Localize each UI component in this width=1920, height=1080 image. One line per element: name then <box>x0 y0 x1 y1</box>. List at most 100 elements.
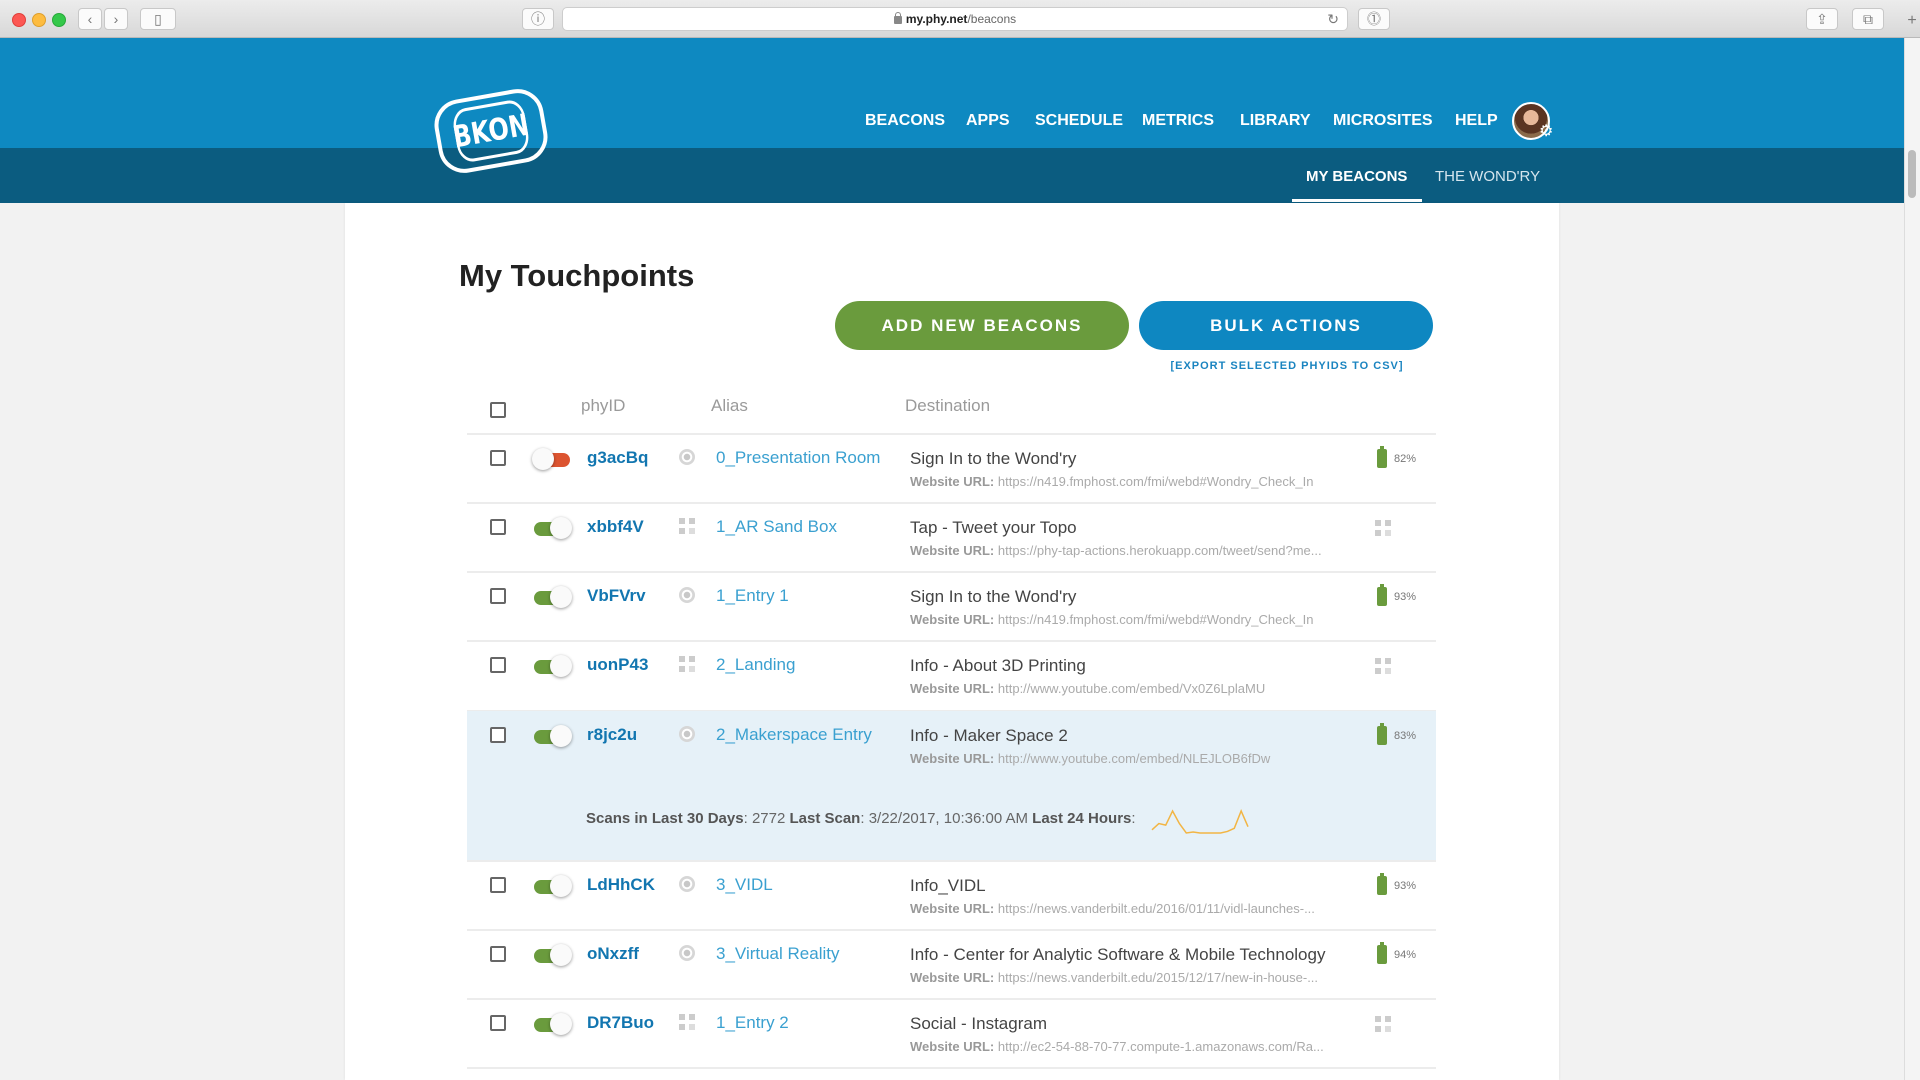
destination-title: Tap - Tweet your Topo <box>910 518 1077 537</box>
toggle-knob <box>550 655 572 677</box>
url-label: Website URL: <box>910 543 995 558</box>
sub-navigation-bar <box>0 148 1904 203</box>
qr-code-icon <box>679 1014 695 1030</box>
beacon-icon <box>679 726 695 742</box>
last-24-hours-sparkline <box>1151 809 1249 834</box>
row-checkbox[interactable] <box>490 877 506 893</box>
nav-metrics[interactable]: METRICS <box>1142 112 1214 130</box>
reader-button[interactable]: ⓵ <box>1358 8 1390 30</box>
url-host: my.phy.net <box>905 12 968 26</box>
alias-link[interactable]: 3_Virtual Reality <box>716 944 839 964</box>
destination-title: Sign In to the Wond'ry <box>910 449 1077 468</box>
enable-toggle[interactable] <box>534 655 572 677</box>
reload-icon[interactable]: ↻ <box>1327 11 1339 28</box>
new-tab-button[interactable]: + <box>1904 12 1920 38</box>
destination-url: Website URL: https://news.vanderbilt.edu… <box>910 901 1315 916</box>
row-checkbox[interactable] <box>490 727 506 743</box>
battery-level: 83% <box>1394 730 1417 742</box>
share-button[interactable]: ⇪ <box>1806 8 1838 30</box>
url-value: https://news.vanderbilt.edu/2016/01/11/v… <box>997 901 1315 916</box>
alias-link[interactable]: 2_Landing <box>716 655 795 675</box>
sidebar-icon: ▯ <box>154 10 162 27</box>
sparkline-series <box>1151 809 1249 834</box>
bulk-actions-button[interactable]: BULK ACTIONS <box>1139 301 1433 350</box>
url-label: Website URL: <box>910 970 995 985</box>
close-window-button[interactable] <box>12 13 26 27</box>
export-csv-link[interactable]: [EXPORT SELECTED PHYIDS TO CSV] <box>1163 360 1411 372</box>
sidebar-button[interactable]: ▯ <box>140 8 176 30</box>
alias-link[interactable]: 3_VIDL <box>716 875 773 895</box>
url-label: Website URL: <box>910 901 995 916</box>
toggle-knob <box>550 725 572 747</box>
toggle-knob <box>550 875 572 897</box>
url-value: https://n419.fmphost.com/fmi/webd#Wondry… <box>997 612 1314 627</box>
row-checkbox[interactable] <box>490 946 506 962</box>
tab-the-wondry[interactable]: THE WOND'RY <box>1435 168 1540 185</box>
add-new-beacons-button[interactable]: ADD NEW BEACONS <box>835 301 1129 350</box>
nav-apps[interactable]: APPS <box>966 112 1010 130</box>
share-icon: ⇪ <box>1816 10 1828 27</box>
logo-text: BKON <box>450 98 532 164</box>
beacon-icon <box>679 945 695 961</box>
reader-icon: ⓵ <box>1367 11 1381 27</box>
beacon-icon <box>679 876 695 892</box>
zoom-window-button[interactable] <box>52 13 66 27</box>
destination-title: Info - Center for Analytic Software & Mo… <box>910 945 1326 964</box>
beacon-icon <box>679 587 695 603</box>
lock-icon <box>893 12 902 24</box>
forward-button[interactable]: › <box>104 8 128 30</box>
battery-level: 93% <box>1394 880 1417 892</box>
tabs-button[interactable]: ⧉ <box>1852 8 1884 30</box>
enable-toggle[interactable] <box>534 944 572 966</box>
qr-code-icon <box>679 518 695 534</box>
minimize-window-button[interactable] <box>32 13 46 27</box>
enable-toggle[interactable] <box>534 725 572 747</box>
phyid-link[interactable]: xbbf4V <box>587 517 644 537</box>
row-checkbox[interactable] <box>490 588 506 604</box>
phyid-link[interactable]: uonP43 <box>587 655 648 675</box>
tab-my-beacons[interactable]: MY BEACONS <box>1306 168 1407 185</box>
enable-toggle[interactable] <box>534 1013 572 1035</box>
row-divider <box>467 1067 1436 1069</box>
battery-icon <box>1377 942 1387 964</box>
alias-link[interactable]: 2_Makerspace Entry <box>716 725 872 745</box>
enable-toggle[interactable] <box>534 875 572 897</box>
phyid-link[interactable]: VbFVrv <box>587 586 646 606</box>
toggle-knob <box>532 448 554 470</box>
back-button[interactable]: ‹ <box>78 8 102 30</box>
phyid-link[interactable]: r8jc2u <box>587 725 637 745</box>
nav-library[interactable]: LIBRARY <box>1240 112 1311 130</box>
phyid-link[interactable]: LdHhCK <box>587 875 655 895</box>
row-checkbox[interactable] <box>490 1015 506 1031</box>
nav-microsites[interactable]: MICROSITES <box>1333 112 1433 130</box>
column-header-destination[interactable]: Destination <box>905 396 990 416</box>
chevron-right-icon: › <box>113 11 119 27</box>
enable-toggle[interactable] <box>534 517 572 539</box>
tabs-icon: ⧉ <box>1863 10 1873 27</box>
scrollbar-thumb[interactable] <box>1908 150 1916 198</box>
enable-toggle[interactable] <box>534 586 572 608</box>
alias-link[interactable]: 1_Entry 2 <box>716 1013 789 1033</box>
nav-beacons[interactable]: BEACONS <box>865 112 945 130</box>
gear-icon[interactable]: ⚙ <box>1539 124 1555 140</box>
enable-toggle[interactable] <box>532 448 570 470</box>
destination-url: Website URL: http://www.youtube.com/embe… <box>910 751 1270 766</box>
phyid-link[interactable]: oNxzff <box>587 944 639 964</box>
alias-link[interactable]: 1_AR Sand Box <box>716 517 837 537</box>
nav-help[interactable]: HELP <box>1455 112 1498 130</box>
row-checkbox[interactable] <box>490 450 506 466</box>
nav-schedule[interactable]: SCHEDULE <box>1035 112 1123 130</box>
column-header-alias[interactable]: Alias <box>711 396 748 416</box>
phyid-link[interactable]: g3acBq <box>587 448 648 468</box>
alias-link[interactable]: 1_Entry 1 <box>716 586 789 606</box>
select-all-checkbox[interactable] <box>490 402 506 418</box>
column-header-phyid[interactable]: phyID <box>581 396 625 416</box>
row-checkbox[interactable] <box>490 519 506 535</box>
row-checkbox[interactable] <box>490 657 506 673</box>
active-tab-indicator <box>1292 199 1422 202</box>
alias-link[interactable]: 0_Presentation Room <box>716 448 880 468</box>
phyid-link[interactable]: DR7Buo <box>587 1013 654 1033</box>
site-info-button[interactable]: ⓘ <box>522 8 554 30</box>
address-bar[interactable]: my.phy.net/beacons ↻ <box>562 7 1348 31</box>
plus-icon: + <box>1907 12 1917 29</box>
